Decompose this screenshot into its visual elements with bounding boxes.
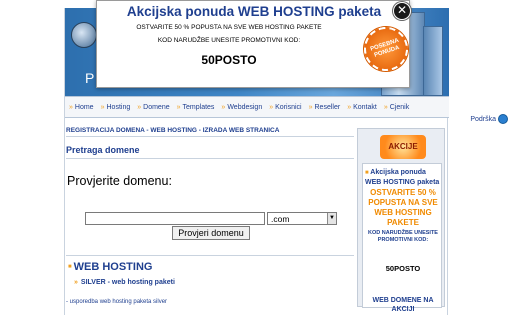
promo-card-title[interactable]: ■ Akcijska ponuda WEB HOSTING paketa bbox=[365, 168, 441, 187]
check-domain-label: Provjerite domenu: bbox=[67, 174, 172, 188]
arrow-icon: » bbox=[74, 279, 78, 286]
page: P » Home » Hosting » Domene » Templates » Web… bbox=[0, 0, 512, 315]
popup-promo-code: 50POSTO bbox=[201, 53, 257, 67]
compare-packages-link[interactable]: - usporedba web hosting paketa silver bbox=[66, 299, 167, 305]
promo-sidebar: AKCIJE ■ Akcijska ponuda WEB HOSTING pak… bbox=[357, 128, 445, 313]
bullet-icon: ■ bbox=[68, 264, 72, 270]
promo-card: ■ Akcijska ponuda WEB HOSTING paketa OST… bbox=[362, 163, 442, 313]
divider bbox=[66, 158, 354, 159]
tld-select[interactable]: .com ▼ bbox=[267, 212, 337, 225]
akcije-badge[interactable]: AKCIJE bbox=[380, 135, 426, 159]
promo-card-code: 50POSTO bbox=[385, 264, 421, 273]
special-offer-seal: POSEBNA PONUDA bbox=[358, 21, 414, 77]
promo-popup: Akcijska ponuda WEB HOSTING paketa OSTVA… bbox=[96, 0, 414, 88]
section-title-search: Pretraga domene bbox=[66, 145, 140, 155]
close-icon[interactable]: ✕ bbox=[393, 2, 411, 20]
promo-card-offer: OSTVARITE 50 % POPUSTA NA SVE WEB HOSTIN… bbox=[368, 188, 438, 227]
web-domene-link[interactable]: WEB DOMENE NA AKCIJI bbox=[365, 296, 441, 314]
breadcrumb[interactable]: REGISTRACIJA DOMENA - WEB HOSTING - IZRA… bbox=[66, 127, 279, 134]
silver-package-link[interactable]: » SILVER - web hosting paketi bbox=[74, 279, 175, 286]
web-hosting-heading: ■ WEB HOSTING bbox=[68, 261, 153, 273]
popup-offer: OSTVARITE 50 % POPUSTA NA SVE WEB HOSTIN… bbox=[136, 24, 322, 31]
popup-note: KOD NARUDŽBE UNESITE PROMOTIVNI KOD: bbox=[157, 37, 301, 44]
check-domain-button[interactable]: Provjeri domenu bbox=[172, 226, 250, 240]
popup-title: Akcijska ponuda WEB HOSTING paketa bbox=[126, 4, 382, 19]
chevron-down-icon: ▼ bbox=[327, 213, 336, 224]
divider bbox=[66, 255, 354, 256]
support-icon bbox=[498, 114, 508, 124]
support-link[interactable]: Podrška bbox=[470, 114, 508, 124]
domain-input[interactable] bbox=[85, 212, 265, 225]
promo-card-note: KOD NARUDŽBE UNESITE PROMOTIVNI KOD: bbox=[368, 230, 438, 243]
divider bbox=[66, 136, 354, 137]
